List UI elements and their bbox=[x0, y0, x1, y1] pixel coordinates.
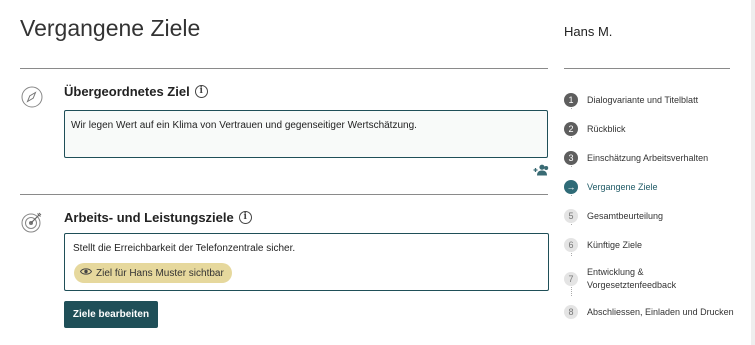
step-number: 1 bbox=[564, 93, 578, 107]
user-name: Hans M. bbox=[564, 24, 613, 39]
step-abschliessen[interactable]: 8 Abschliessen, Einladen und Drucken bbox=[564, 305, 734, 319]
section-divider bbox=[20, 194, 548, 195]
visibility-badge: Ziel für Hans Muster sichtbar bbox=[74, 263, 232, 283]
step-number: 6 bbox=[564, 238, 578, 252]
compass-icon bbox=[21, 86, 43, 108]
step-label: Dialogvariante und Titelblatt bbox=[587, 95, 699, 105]
add-person-icon[interactable] bbox=[533, 163, 549, 176]
sidebar-divider bbox=[564, 68, 730, 69]
info-icon[interactable]: i bbox=[194, 85, 208, 98]
step-number: 7 bbox=[564, 272, 578, 286]
goal-card: Stellt die Erreichbarkeit der Telefonzen… bbox=[64, 233, 549, 291]
title-divider bbox=[20, 68, 548, 69]
step-label: Abschliessen, Einladen und Drucken bbox=[587, 307, 734, 317]
page-title: Vergangene Ziele bbox=[20, 15, 201, 41]
target-icon bbox=[21, 211, 43, 233]
visibility-badge-label: Ziel für Hans Muster sichtbar bbox=[96, 267, 224, 279]
step-einschaetzung[interactable]: 3 Einschätzung Arbeitsverhalten bbox=[564, 151, 708, 165]
edit-goals-button[interactable]: Ziele bearbeiten bbox=[64, 301, 158, 328]
eye-icon bbox=[79, 267, 93, 279]
performance-goals-title: Arbeits- und Leistungsziele bbox=[64, 210, 234, 225]
step-dialogvariante[interactable]: 1 Dialogvariante und Titelblatt bbox=[564, 93, 698, 107]
step-number: 2 bbox=[564, 122, 578, 136]
goal-text: Stellt die Erreichbarkeit der Telefonzen… bbox=[73, 243, 296, 254]
scrollbar[interactable] bbox=[751, 0, 755, 345]
step-label: Vergangene Ziele bbox=[587, 182, 658, 192]
step-number: 3 bbox=[564, 151, 578, 165]
overarching-goal-heading: Übergeordnetes Ziel i bbox=[64, 84, 208, 99]
step-number: 8 bbox=[564, 305, 578, 319]
overarching-goal-textbox[interactable]: Wir legen Wert auf ein Klima von Vertrau… bbox=[64, 110, 548, 158]
step-kuenftige-ziele[interactable]: 6 Künftige Ziele bbox=[564, 238, 642, 252]
performance-goals-heading: Arbeits- und Leistungsziele i bbox=[64, 210, 252, 225]
arrow-right-icon: → bbox=[564, 180, 578, 194]
step-number: 5 bbox=[564, 209, 578, 223]
step-gesamtbeurteilung[interactable]: 5 Gesamtbeurteilung bbox=[564, 209, 663, 223]
step-label: Entwicklung & Vorgesetztenfeedback bbox=[587, 267, 677, 290]
step-label: Rückblick bbox=[587, 124, 626, 134]
step-rueckblick[interactable]: 2 Rückblick bbox=[564, 122, 626, 136]
step-label: Einschätzung Arbeitsverhalten bbox=[587, 153, 709, 163]
step-label: Künftige Ziele bbox=[587, 240, 643, 250]
overarching-goal-title: Übergeordnetes Ziel bbox=[64, 84, 190, 99]
step-label: Gesamtbeurteilung bbox=[587, 211, 664, 221]
info-icon[interactable]: i bbox=[238, 211, 252, 224]
step-vergangene-ziele[interactable]: → Vergangene Ziele bbox=[564, 180, 658, 194]
step-entwicklung[interactable]: 7 Entwicklung & Vorgesetztenfeedback bbox=[564, 266, 694, 292]
